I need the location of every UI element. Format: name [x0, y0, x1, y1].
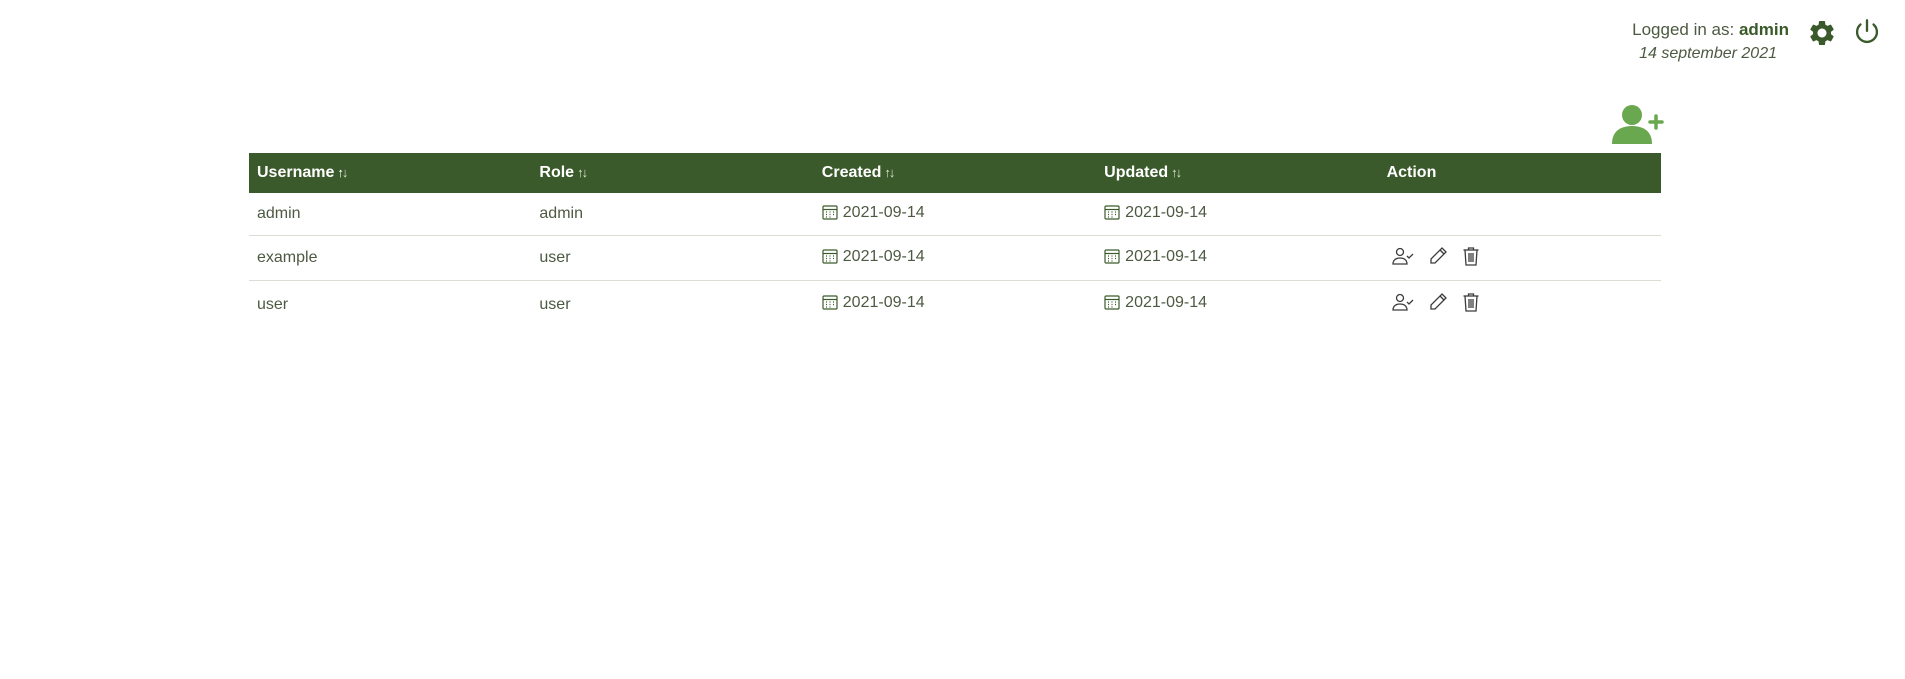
trash-icon[interactable] — [1462, 292, 1480, 317]
cell-created: 2021-09-14 — [813, 193, 1097, 236]
user-check-icon[interactable] — [1391, 293, 1414, 316]
column-label: Role — [539, 164, 575, 181]
cell-updated: 2021-09-14 — [1096, 235, 1379, 281]
created-date: 2021-09-14 — [842, 294, 925, 311]
current-date: 14 september 2021 — [1639, 45, 1777, 62]
calendar-icon — [1104, 248, 1120, 269]
column-header-action: Action — [1379, 153, 1661, 193]
cell-updated: 2021-09-14 — [1096, 193, 1379, 236]
sort-icon[interactable]: ↑↓ — [337, 165, 348, 180]
cell-username: example — [249, 235, 532, 281]
updated-date: 2021-09-14 — [1125, 294, 1208, 311]
cell-actions — [1378, 193, 1661, 236]
created-date: 2021-09-14 — [842, 247, 925, 265]
users-table: Username ↑↓ Role ↑↓ Created ↑↓ Updated ↑↓ Ac… — [249, 153, 1661, 328]
table-row: admin admin 2021-09-14 2021-09-14 — [249, 193, 1661, 236]
created-date: 2021-09-14 — [842, 203, 925, 221]
column-header-updated[interactable]: Updated ↑↓ — [1096, 153, 1378, 193]
calendar-icon — [1104, 204, 1120, 225]
sort-icon[interactable]: ↑↓ — [1171, 165, 1182, 180]
column-label: Updated — [1104, 164, 1169, 181]
sort-icon[interactable]: ↑↓ — [577, 165, 588, 180]
column-label: Action — [1386, 164, 1437, 181]
login-info: Logged in as: admin 14 september 2021 — [1632, 18, 1789, 66]
logged-in-label: Logged in as: — [1632, 20, 1739, 39]
table-row: user user 2021-09-14 2021-09-14 — [249, 281, 1661, 329]
column-header-role[interactable]: Role ↑↓ — [531, 153, 813, 193]
calendar-icon — [822, 204, 838, 225]
cell-created: 2021-09-14 — [813, 235, 1097, 281]
cell-username: user — [257, 295, 289, 313]
pencil-icon[interactable] — [1428, 246, 1448, 271]
power-icon[interactable] — [1853, 18, 1881, 51]
column-label: Created — [821, 164, 882, 181]
table-row: example user 2021-09-14 2021-09-14 — [249, 235, 1661, 281]
updated-date: 2021-09-14 — [1125, 247, 1208, 265]
logged-in-text: Logged in as: admin — [1632, 18, 1789, 42]
cell-created: 2021-09-14 — [814, 281, 1096, 329]
logged-in-username: admin — [1738, 20, 1789, 39]
cell-role: user — [539, 295, 571, 313]
header-user-area: Logged in as: admin 14 september 2021 — [1632, 18, 1881, 66]
gear-icon[interactable] — [1807, 18, 1837, 53]
column-label: Username — [257, 164, 335, 181]
table-header-row: Username ↑↓ Role ↑↓ Created ↑↓ Updated ↑↓ Ac… — [249, 153, 1661, 193]
cell-role: admin — [531, 193, 814, 236]
cell-actions — [1379, 281, 1661, 329]
cell-actions — [1378, 235, 1661, 281]
cell-updated: 2021-09-14 — [1096, 281, 1378, 329]
cell-role: user — [531, 235, 814, 281]
cell-username: admin — [249, 193, 532, 236]
calendar-icon — [822, 248, 838, 269]
add-user-icon[interactable] — [1608, 102, 1664, 149]
column-header-created[interactable]: Created ↑↓ — [814, 153, 1096, 193]
pencil-icon[interactable] — [1428, 292, 1448, 317]
updated-date: 2021-09-14 — [1125, 203, 1208, 221]
calendar-icon — [1104, 294, 1120, 315]
calendar-icon — [822, 294, 838, 315]
trash-icon[interactable] — [1462, 246, 1480, 271]
column-header-username[interactable]: Username ↑↓ — [249, 153, 531, 193]
sort-icon[interactable]: ↑↓ — [884, 165, 895, 180]
user-check-icon[interactable] — [1391, 247, 1414, 270]
